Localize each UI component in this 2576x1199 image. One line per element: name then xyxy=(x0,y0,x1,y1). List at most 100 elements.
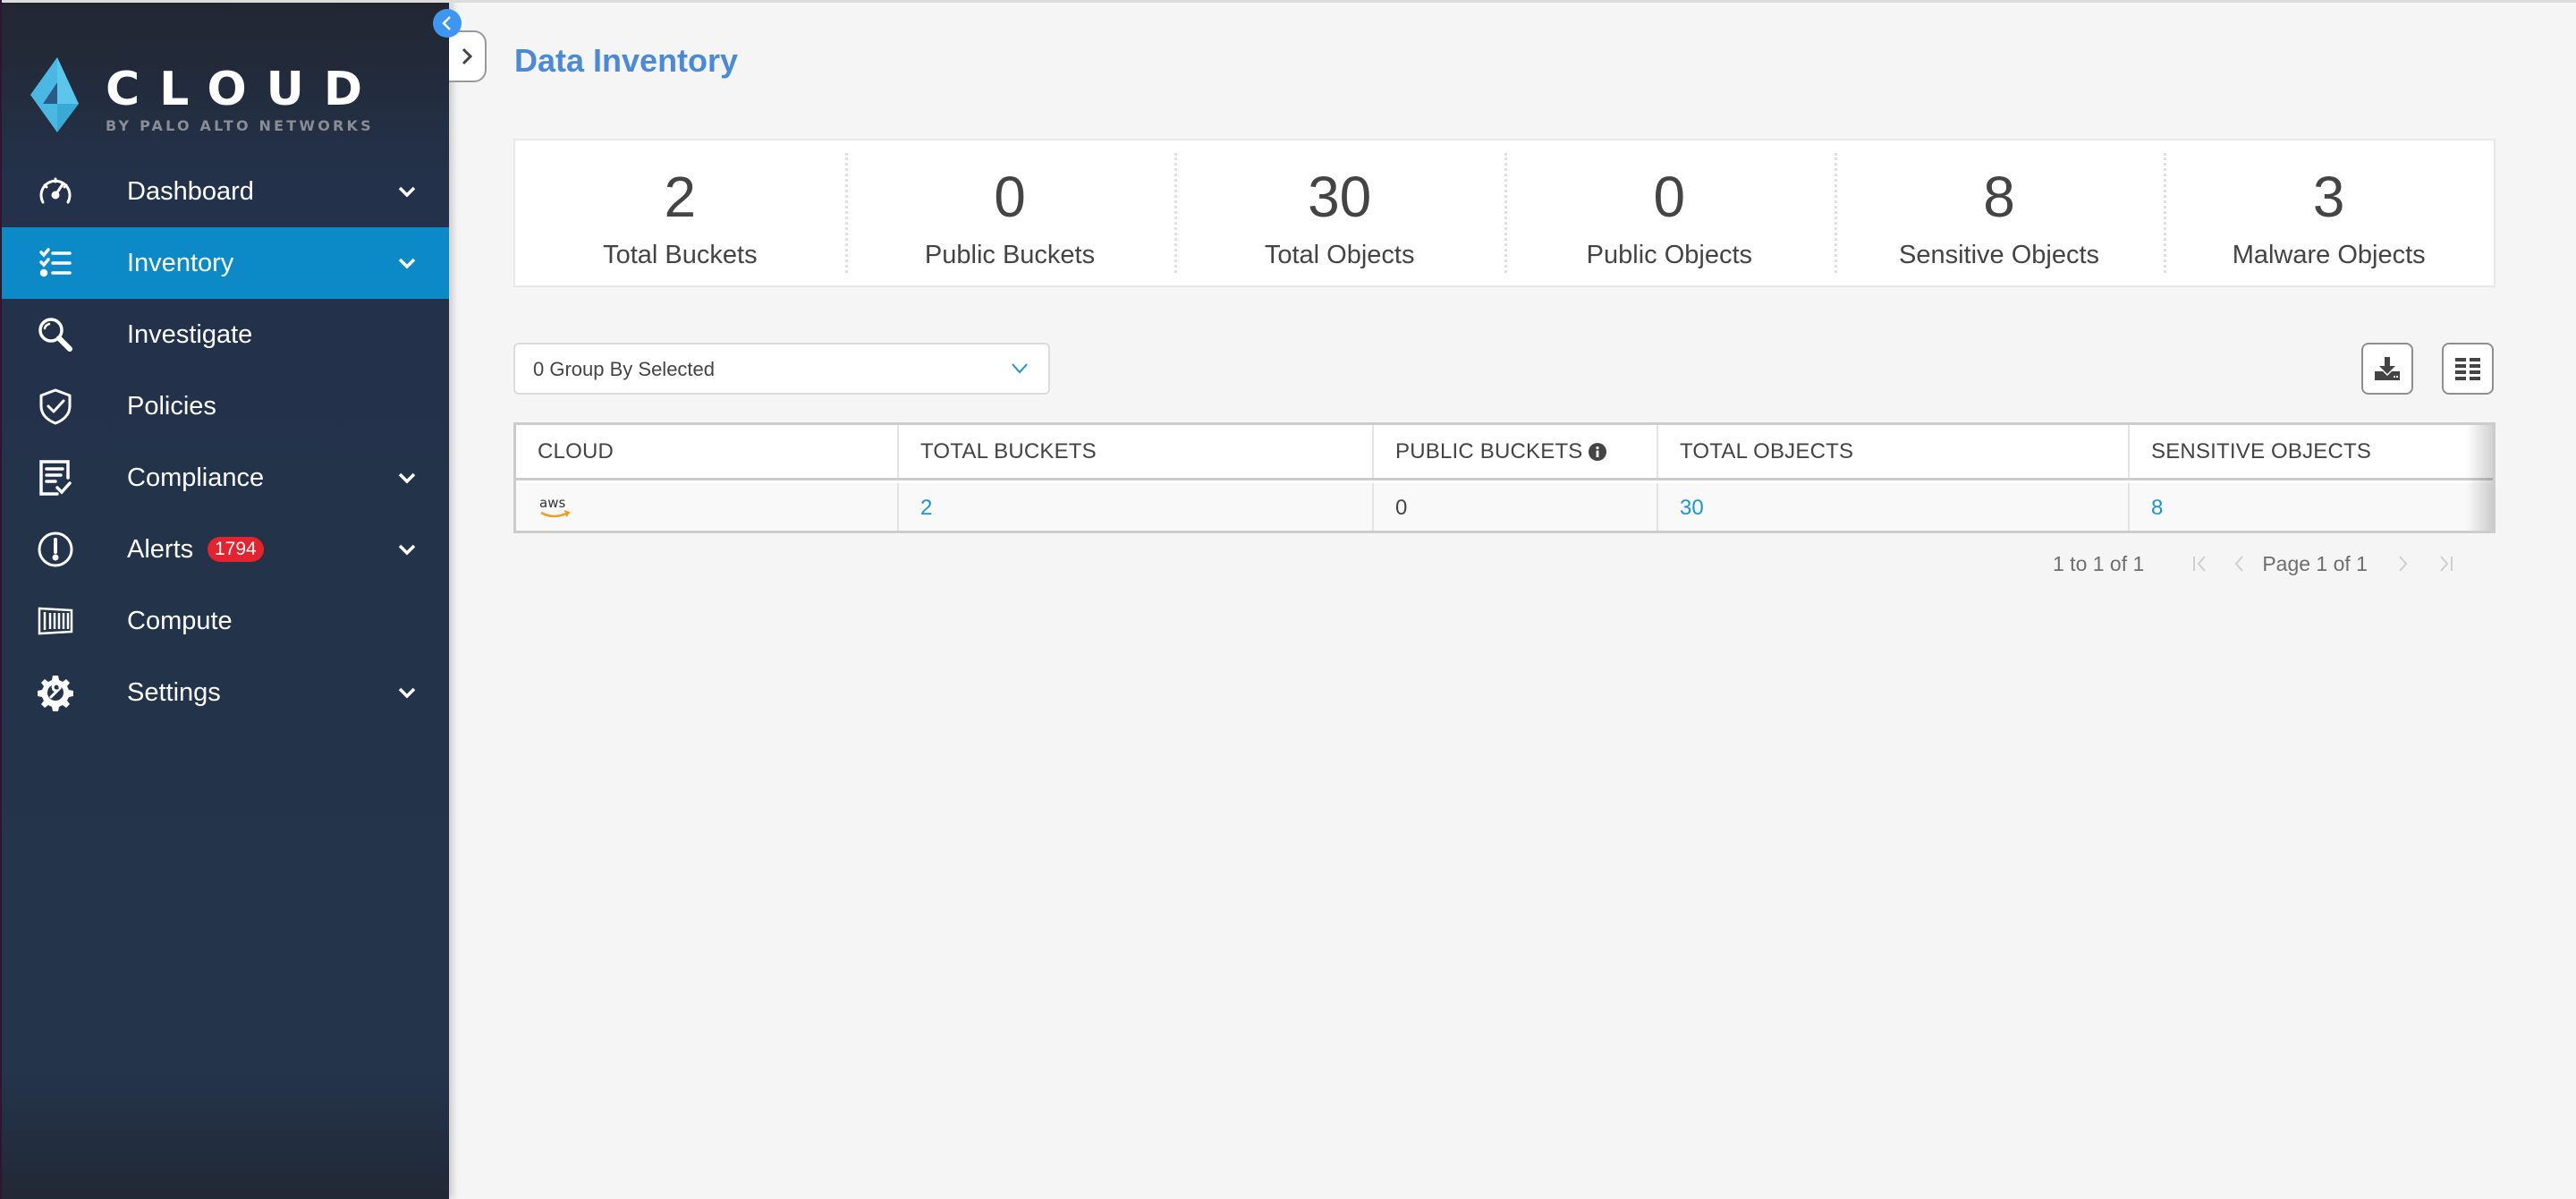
shield-check-icon xyxy=(36,387,75,426)
sidebar-item-investigate[interactable]: Investigate xyxy=(0,299,449,370)
download-icon xyxy=(2375,357,2400,380)
table-header: CLOUD TOTAL BUCKETS PUBLIC BUCKETS TOTAL… xyxy=(516,425,2493,480)
chevron-down-icon xyxy=(398,258,416,269)
column-header-sensitive-objects[interactable]: SENSITIVE OBJECTS xyxy=(2130,425,2493,478)
next-page-button[interactable] xyxy=(2393,553,2412,574)
cell-total-objects: 30 xyxy=(1658,483,2130,531)
column-header-cloud[interactable]: CLOUD xyxy=(516,425,899,478)
container-icon xyxy=(36,601,75,641)
stat-value: 3 xyxy=(2312,165,2345,229)
logo-wordmark: CLOUD xyxy=(106,63,383,116)
sidebar-item-label: Investigate xyxy=(127,320,253,349)
stat-label: Total Buckets xyxy=(603,241,758,269)
sidebar-item-policies[interactable]: Policies xyxy=(0,370,449,442)
stat-malware-objects: 3 Malware Objects xyxy=(2164,140,2494,285)
stat-label: Public Objects xyxy=(1586,241,1753,269)
sensitive-objects-link[interactable]: 8 xyxy=(2151,496,2163,521)
dashboard-gauge-icon xyxy=(36,172,75,211)
sidebar-item-label: Dashboard xyxy=(127,177,254,206)
data-inventory-table: CLOUD TOTAL BUCKETS PUBLIC BUCKETS TOTAL… xyxy=(513,422,2496,533)
column-header-total-objects[interactable]: TOTAL OBJECTS xyxy=(1658,425,2130,478)
first-page-icon xyxy=(2193,556,2207,572)
info-icon[interactable] xyxy=(1588,442,1606,461)
table-row: aws 2 0 30 8 xyxy=(516,483,2493,531)
chevron-down-icon xyxy=(398,544,416,556)
stat-public-objects: 0 Public Objects xyxy=(1504,140,1835,285)
aws-logo-icon: aws xyxy=(539,495,571,518)
compliance-doc-icon xyxy=(36,458,75,497)
page-indicator: Page 1 of 1 xyxy=(2262,551,2368,575)
prisma-logo-icon xyxy=(30,57,79,132)
stat-label: Total Objects xyxy=(1264,241,1415,269)
cell-cloud: aws xyxy=(516,483,899,531)
previous-page-button[interactable] xyxy=(2230,553,2250,574)
sidebar-item-label: Inventory xyxy=(127,249,234,277)
chevron-down-icon xyxy=(398,687,416,699)
group-by-select[interactable]: 0 Group By Selected xyxy=(513,343,1050,395)
collapse-sidebar-button[interactable] xyxy=(433,9,462,38)
stat-label: Public Buckets xyxy=(924,241,1096,269)
checklist-icon xyxy=(36,243,75,283)
column-header-public-buckets[interactable]: PUBLIC BUCKETS xyxy=(1374,425,1658,478)
column-header-total-buckets[interactable]: TOTAL BUCKETS xyxy=(899,425,1374,478)
sidebar-item-compliance[interactable]: Compliance xyxy=(0,442,449,514)
chevron-down-icon xyxy=(1012,363,1028,374)
chevron-left-icon xyxy=(2234,556,2244,572)
first-page-button[interactable] xyxy=(2190,553,2210,574)
sidebar: CLOUD BY PALO ALTO NETWORKS Dashboard In… xyxy=(0,0,449,1199)
logo: CLOUD BY PALO ALTO NETWORKS xyxy=(30,57,388,138)
cell-sensitive-objects: 8 xyxy=(2130,483,2493,531)
sidebar-item-label: Compute xyxy=(127,607,233,635)
expand-panel-button[interactable] xyxy=(449,30,487,82)
settings-gear-icon xyxy=(36,673,75,712)
pagination-count: 1 to 1 of 1 xyxy=(2053,551,2145,575)
sidebar-item-label: Settings xyxy=(127,678,221,707)
total-buckets-link[interactable]: 2 xyxy=(920,496,932,521)
summary-stats: 2 Total Buckets 0 Public Buckets 30 Tota… xyxy=(513,139,2496,287)
sidebar-item-alerts[interactable]: Alerts 1794 xyxy=(0,514,449,585)
chevron-down-icon xyxy=(398,472,416,484)
sidebar-item-label: Alerts xyxy=(127,535,194,564)
last-page-button[interactable] xyxy=(2436,553,2455,574)
stat-label: Sensitive Objects xyxy=(1899,241,2100,269)
columns-button[interactable] xyxy=(2442,343,2494,395)
sidebar-item-label: Policies xyxy=(127,392,216,421)
main-content: Data Inventory 2 Total Buckets 0 Public … xyxy=(449,0,2576,1199)
download-button[interactable] xyxy=(2361,343,2413,395)
stat-value: 0 xyxy=(1653,165,1686,229)
columns-icon xyxy=(2455,358,2480,380)
stat-value: 8 xyxy=(1983,165,2015,229)
window-edge xyxy=(0,0,2,1199)
alerts-count-badge: 1794 xyxy=(208,537,264,562)
logo-subtitle: BY PALO ALTO NETWORKS xyxy=(106,117,374,134)
cell-public-buckets: 0 xyxy=(1374,483,1658,531)
stat-value: 30 xyxy=(1308,165,1372,229)
search-icon xyxy=(36,315,75,354)
chevron-left-icon xyxy=(442,16,451,30)
sidebar-nav: Dashboard Inventory Investigate Policies… xyxy=(0,156,449,728)
sidebar-item-label: Compliance xyxy=(127,463,265,492)
chevron-right-icon xyxy=(2399,556,2408,572)
chevron-down-icon xyxy=(398,186,416,198)
last-page-icon xyxy=(2440,556,2453,572)
alert-circle-icon xyxy=(36,530,75,569)
sidebar-item-inventory[interactable]: Inventory xyxy=(0,227,449,299)
page-title: Data Inventory xyxy=(514,42,739,79)
stat-sensitive-objects: 8 Sensitive Objects xyxy=(1834,140,2165,285)
svg-text:aws: aws xyxy=(539,495,565,511)
chevron-right-icon xyxy=(462,47,473,65)
top-border xyxy=(0,0,2576,3)
stat-public-buckets: 0 Public Buckets xyxy=(844,140,1175,285)
stat-total-buckets: 2 Total Buckets xyxy=(515,140,845,285)
sidebar-item-dashboard[interactable]: Dashboard xyxy=(0,156,449,227)
stat-value: 2 xyxy=(664,165,697,229)
cell-total-buckets: 2 xyxy=(899,483,1374,531)
stat-value: 0 xyxy=(994,165,1026,229)
pagination: 1 to 1 of 1 Page 1 of 1 xyxy=(2053,548,2455,580)
stat-label: Malware Objects xyxy=(2232,241,2426,269)
stat-total-objects: 30 Total Objects xyxy=(1174,140,1504,285)
total-objects-link[interactable]: 30 xyxy=(1680,496,1704,521)
sidebar-item-settings[interactable]: Settings xyxy=(0,657,449,728)
group-by-value: 0 Group By Selected xyxy=(533,358,716,380)
sidebar-item-compute[interactable]: Compute xyxy=(0,585,449,657)
